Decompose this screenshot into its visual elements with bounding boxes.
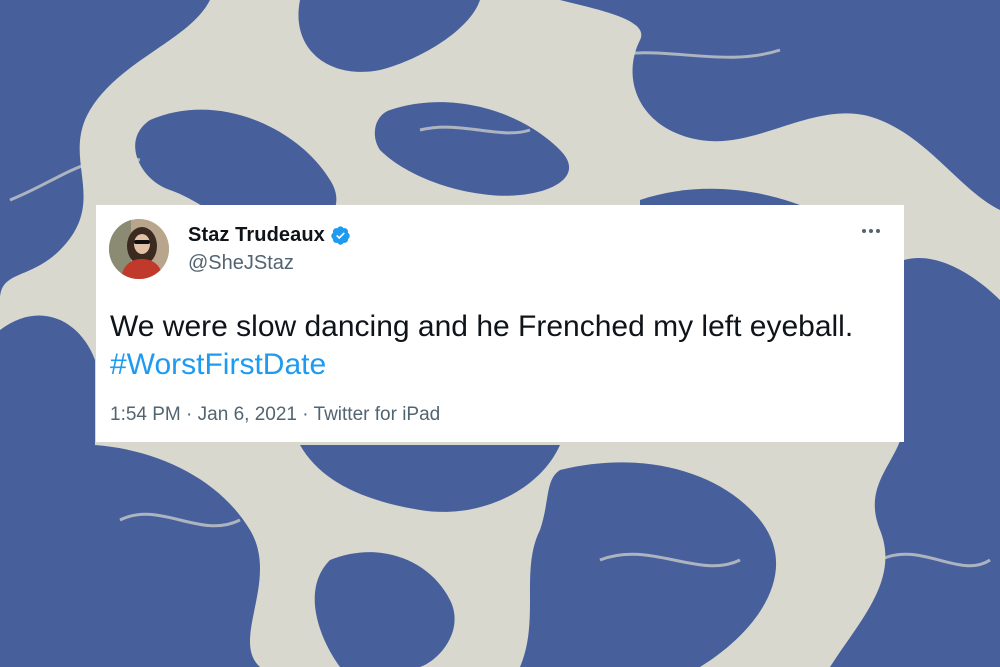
avatar[interactable] (109, 219, 169, 279)
avatar-image (109, 219, 169, 279)
tweet-date[interactable]: Jan 6, 2021 (198, 404, 297, 425)
tweet-text: We were slow dancing and he Frenched my … (110, 308, 890, 384)
meta-separator: · (302, 404, 309, 425)
more-options-icon[interactable] (860, 221, 882, 241)
author-handle[interactable]: @SheJStaz (188, 252, 294, 275)
tweet-time[interactable]: 1:54 PM (110, 404, 181, 425)
author-name[interactable]: Staz Trudeaux (188, 224, 325, 247)
hashtag-link[interactable]: #WorstFirstDate (110, 346, 326, 384)
tweet-text-content: We were slow dancing and he Frenched my … (110, 310, 854, 343)
tweet-source[interactable]: Twitter for iPad (314, 404, 441, 425)
tweet-card[interactable]: Staz Trudeaux @SheJStaz We were slow dan… (96, 205, 904, 442)
author-row: Staz Trudeaux (188, 224, 351, 247)
verified-badge-icon (331, 226, 350, 245)
tweet-meta: 1:54 PM · Jan 6, 2021 · Twitter for iPad (110, 404, 440, 426)
meta-separator: · (186, 404, 193, 425)
